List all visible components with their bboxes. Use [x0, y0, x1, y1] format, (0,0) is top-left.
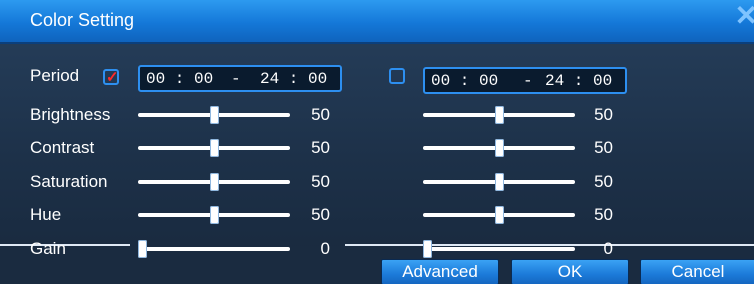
contrast-left-value: 50 — [311, 138, 330, 157]
saturation-label: Saturation — [30, 172, 108, 191]
gain-right-value: 0 — [603, 239, 613, 258]
period-right-checkbox[interactable] — [389, 68, 405, 84]
saturation-right-slider-handle[interactable] — [494, 173, 504, 191]
contrast-left-slider-handle[interactable] — [209, 139, 219, 157]
gain-left-slider-handle[interactable] — [138, 240, 147, 258]
close-icon[interactable]: ✕ — [735, 2, 754, 30]
period-right-separator: - — [523, 72, 533, 90]
brightness-right-value: 50 — [594, 105, 613, 124]
period-left-checkbox[interactable]: ✓ — [103, 69, 119, 86]
contrast-right-slider-handle[interactable] — [494, 139, 504, 157]
brightness-left-value: 50 — [311, 105, 330, 124]
brightness-right-slider-handle[interactable] — [494, 106, 504, 124]
brightness-label: Brightness — [30, 105, 111, 124]
period-left-start[interactable]: 00 : 00 — [146, 70, 213, 88]
contrast-label: Contrast — [30, 138, 95, 157]
period-label: Period — [30, 66, 80, 85]
period-left-end[interactable]: 24 : 00 — [260, 70, 327, 88]
gain-label: Gain — [30, 239, 66, 258]
gain-left-slider-track[interactable] — [138, 247, 290, 251]
period-right-time-range[interactable]: 00 : 00 - 24 : 00 — [423, 67, 627, 94]
hue-left-slider-handle[interactable] — [209, 206, 219, 224]
gain-left-value: 0 — [320, 239, 330, 258]
contrast-right-value: 50 — [594, 138, 613, 157]
saturation-left-slider-handle[interactable] — [209, 173, 219, 191]
brightness-left-slider-handle[interactable] — [209, 106, 219, 124]
period-right-end[interactable]: 24 : 00 — [545, 72, 612, 90]
saturation-right-value: 50 — [594, 172, 613, 191]
hue-left-value: 50 — [311, 205, 330, 224]
saturation-left-value: 50 — [311, 172, 330, 191]
ok-button[interactable]: OK — [511, 259, 629, 284]
period-left-time-range[interactable]: 00 : 00 - 24 : 00 — [138, 65, 342, 92]
advanced-button[interactable]: Advanced — [381, 259, 499, 284]
gain-right-slider-handle[interactable] — [423, 240, 432, 258]
color-setting-dialog: Color Setting ✕ Period ✓ 00 : 00 - 24 : … — [0, 0, 754, 284]
period-left-separator: - — [231, 70, 241, 88]
hue-right-slider-handle[interactable] — [494, 206, 504, 224]
title-bar: Color Setting ✕ — [0, 0, 754, 44]
hue-label: Hue — [30, 205, 62, 224]
checkmark-icon: ✓ — [106, 69, 119, 86]
dialog-title: Color Setting — [30, 10, 135, 30]
hue-right-value: 50 — [594, 205, 613, 224]
gain-right-slider-track[interactable] — [423, 247, 575, 251]
period-right-start[interactable]: 00 : 00 — [431, 72, 498, 90]
cancel-button[interactable]: Cancel — [640, 259, 754, 284]
